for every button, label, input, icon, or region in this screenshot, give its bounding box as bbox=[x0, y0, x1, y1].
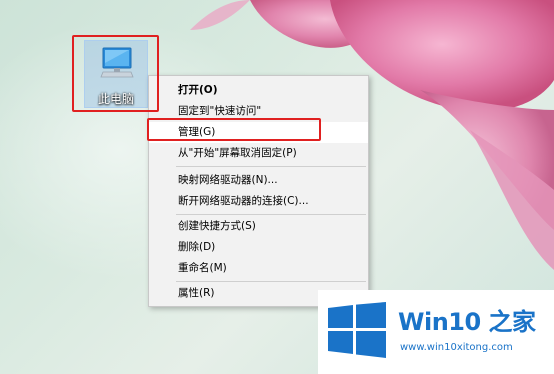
win10-watermark: Win10 之家 www.win10xitong.com bbox=[318, 290, 554, 374]
highlight-box-this-pc bbox=[72, 35, 159, 112]
context-menu: 打开(O) 固定到"快速访问" 管理(G) 从"开始"屏幕取消固定(P) 映射网… bbox=[148, 75, 369, 307]
menu-separator bbox=[176, 166, 366, 167]
windows-logo-icon bbox=[328, 302, 386, 358]
menu-item-open[interactable]: 打开(O) bbox=[149, 80, 368, 101]
menu-item-unpin-start[interactable]: 从"开始"屏幕取消固定(P) bbox=[149, 143, 368, 164]
menu-item-disconnect-network-drive[interactable]: 断开网络驱动器的连接(C)... bbox=[149, 191, 368, 212]
menu-item-delete[interactable]: 删除(D) bbox=[149, 237, 368, 258]
highlight-box-manage bbox=[147, 118, 321, 141]
menu-separator bbox=[176, 281, 366, 282]
menu-item-rename[interactable]: 重命名(M) bbox=[149, 258, 368, 279]
watermark-title: Win10 之家 bbox=[398, 308, 536, 336]
menu-separator bbox=[176, 214, 366, 215]
watermark-url: www.win10xitong.com bbox=[400, 342, 513, 353]
menu-item-create-shortcut[interactable]: 创建快捷方式(S) bbox=[149, 216, 368, 237]
menu-item-map-network-drive[interactable]: 映射网络驱动器(N)... bbox=[149, 170, 368, 191]
